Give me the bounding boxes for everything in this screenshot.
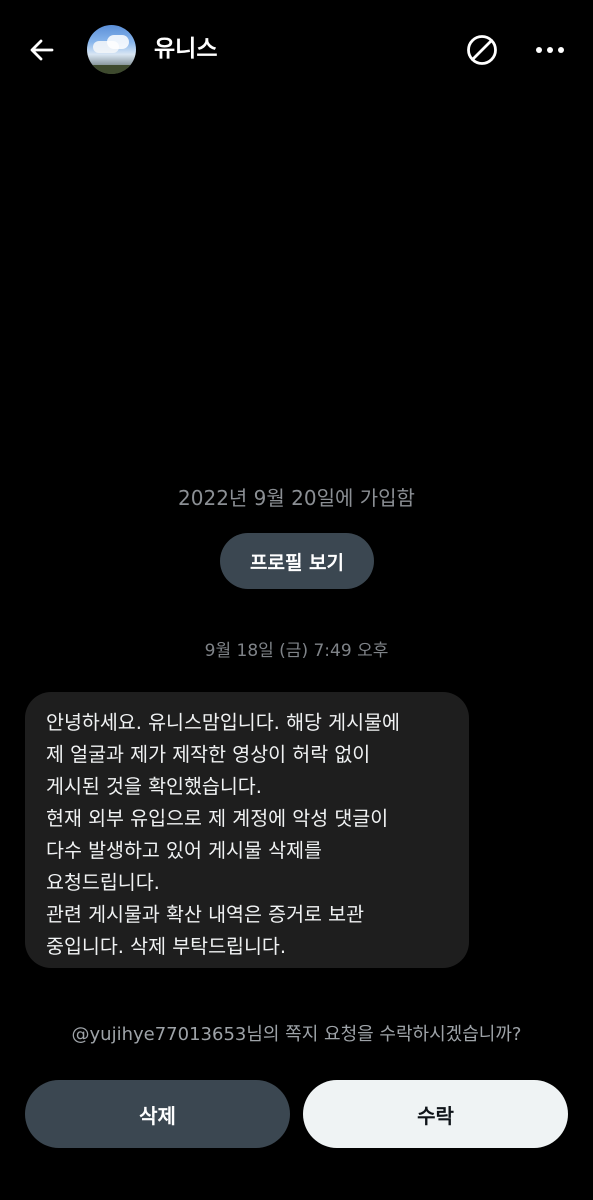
- view-profile-button[interactable]: 프로필 보기: [220, 533, 374, 589]
- block-icon: [467, 35, 497, 65]
- message-line: 요청드립니다.: [46, 871, 160, 894]
- message-line: 중입니다. 삭제 부탁드립니다.: [46, 935, 287, 958]
- message-request-prompt: @yujihye77013653님의 쪽지 요청을 수락하시겠습니까?: [71, 1024, 522, 1045]
- accept-button[interactable]: 수락: [303, 1080, 568, 1148]
- conversation-header: 유니스: [0, 0, 593, 100]
- message-line: 게시된 것을 확인했습니다.: [46, 775, 262, 798]
- message-timestamp: 9월 18일 (금) 7:49 오후: [204, 641, 389, 661]
- message-line: 안녕하세요. 유니스맘입니다. 해당 게시물에: [46, 711, 400, 734]
- avatar[interactable]: [87, 25, 136, 74]
- delete-button[interactable]: 삭제: [25, 1080, 290, 1148]
- arrow-left-icon: [30, 39, 54, 61]
- more-horizontal-icon: [536, 47, 564, 53]
- message-line: 현재 외부 유입으로 제 계정에 악성 댓글이: [46, 807, 389, 830]
- conversation-title[interactable]: 유니스: [154, 33, 217, 65]
- back-button[interactable]: [22, 30, 62, 70]
- message-line: 제 얼굴과 제가 제작한 영상이 허락 없이: [46, 743, 371, 766]
- message-line: 관련 게시물과 확산 내역은 증거로 보관: [46, 903, 365, 926]
- more-options-button[interactable]: [530, 30, 570, 70]
- message-bubble[interactable]: 안녕하세요. 유니스맘입니다. 해당 게시물에 제 얼굴과 제가 제작한 영상이…: [25, 692, 469, 968]
- joined-date-text: 2022년 9월 20일에 가입함: [178, 486, 415, 510]
- message-line: 다수 발생하고 있어 게시물 삭제를: [46, 839, 322, 862]
- block-button[interactable]: [462, 30, 502, 70]
